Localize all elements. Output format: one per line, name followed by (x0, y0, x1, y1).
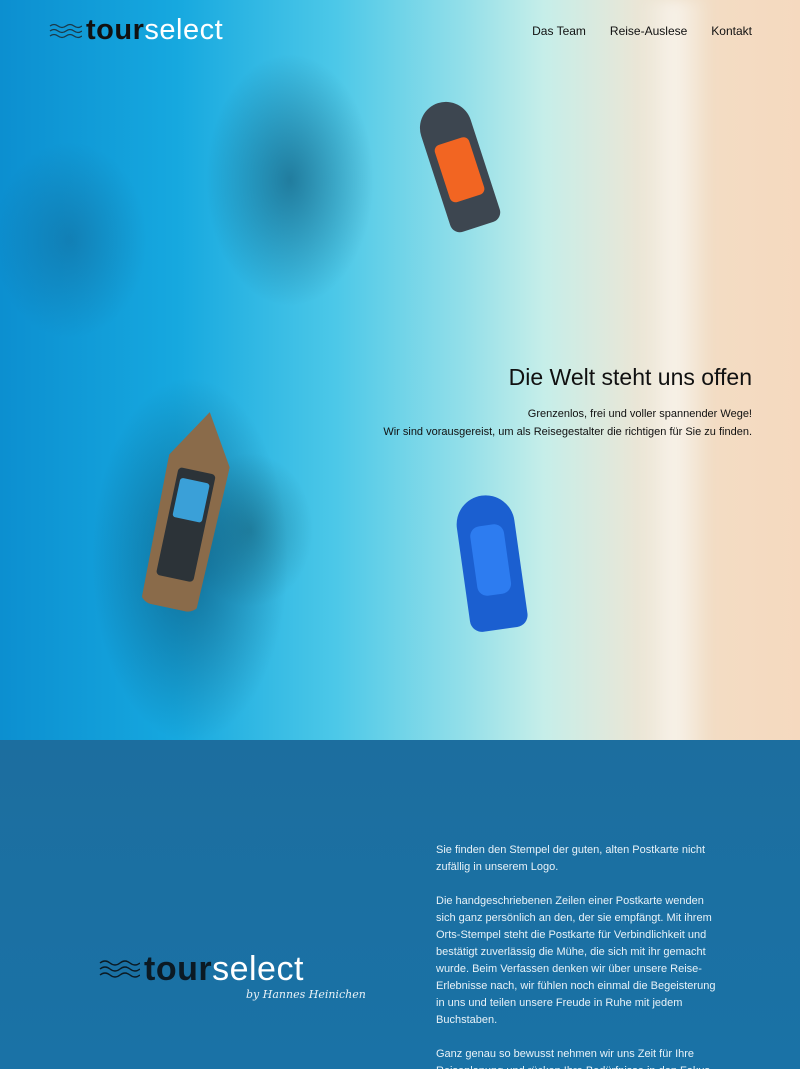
postmark-stamp-icon (49, 23, 82, 38)
nav-reise-auslese[interactable]: Reise-Auslese (610, 24, 687, 38)
logo-bold: tour (86, 14, 145, 46)
logo-light: select (144, 14, 224, 46)
about-paragraph-1: Sie finden den Stempel der guten, alten … (436, 844, 706, 873)
boat-orange (413, 95, 503, 235)
hero-title: Die Welt steht uns offen (508, 364, 752, 390)
boat-wooden (138, 406, 240, 615)
site-header: tourselect Das Team Reise-Auslese Kontak… (0, 0, 800, 64)
hero-line-2: Wir sind vorausgereist, um als Reisegest… (383, 426, 752, 438)
nav-kontakt[interactable]: Kontakt (711, 24, 752, 38)
about-logo-wordmark: tourselect (144, 952, 304, 986)
nav-das-team[interactable]: Das Team (532, 24, 586, 38)
signature: by Hannes Heinichen (246, 988, 366, 1001)
about-logo-light: select (212, 950, 304, 988)
about-logo: tourselect by Hannes Heinichen (98, 952, 366, 1001)
about-copy: Sie finden den Stempel der guten, alten … (436, 842, 726, 1069)
logo[interactable]: tourselect (48, 16, 223, 45)
about-paragraph-3: Ganz genau so bewusst nehmen wir uns Zei… (436, 1048, 713, 1069)
about-logo-bold: tour (144, 950, 213, 988)
hero-text: Die Welt steht uns offen Grenzenlos, fre… (383, 364, 752, 441)
logo-wordmark: tourselect (86, 16, 223, 45)
main-nav: Das Team Reise-Auslese Kontakt (532, 24, 752, 38)
boat-blue (452, 491, 530, 634)
postmark-stamp-icon (99, 960, 140, 978)
hero-line-1: Grenzenlos, frei und voller spannender W… (527, 408, 752, 420)
about-paragraph-2: Die handgeschriebenen Zeilen einer Postk… (436, 895, 716, 1026)
